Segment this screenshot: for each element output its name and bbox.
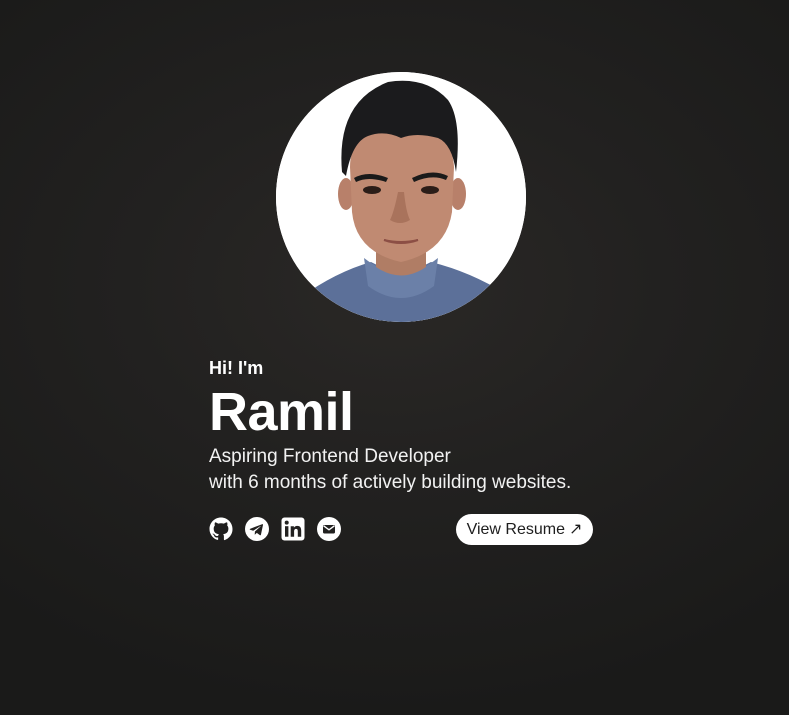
profile-photo [276,72,526,322]
github-link[interactable] [209,517,233,541]
linkedin-link[interactable] [281,517,305,541]
mail-icon [317,517,341,541]
greeting-text: Hi! I'm [209,358,264,378]
telegram-link[interactable] [245,517,269,541]
avatar [276,72,526,322]
tagline: Aspiring Frontend Developer with 6 month… [209,444,609,496]
arrow-up-right-icon: ↗ [569,520,583,538]
github-icon [209,517,233,541]
mail-link[interactable] [317,517,341,541]
view-resume-button[interactable]: View Resume ↗ [456,514,593,545]
tagline-line-2: with 6 months of actively building websi… [209,472,572,493]
social-links [209,517,341,541]
profile-name: Ramil [209,382,354,442]
intro-section: Hi! I'm Ramil Aspiring Frontend Develope… [209,356,609,496]
tagline-line-1: Aspiring Frontend Developer [209,446,451,467]
view-resume-label: View Resume [466,520,565,538]
linkedin-icon [281,517,305,541]
telegram-icon [245,517,269,541]
